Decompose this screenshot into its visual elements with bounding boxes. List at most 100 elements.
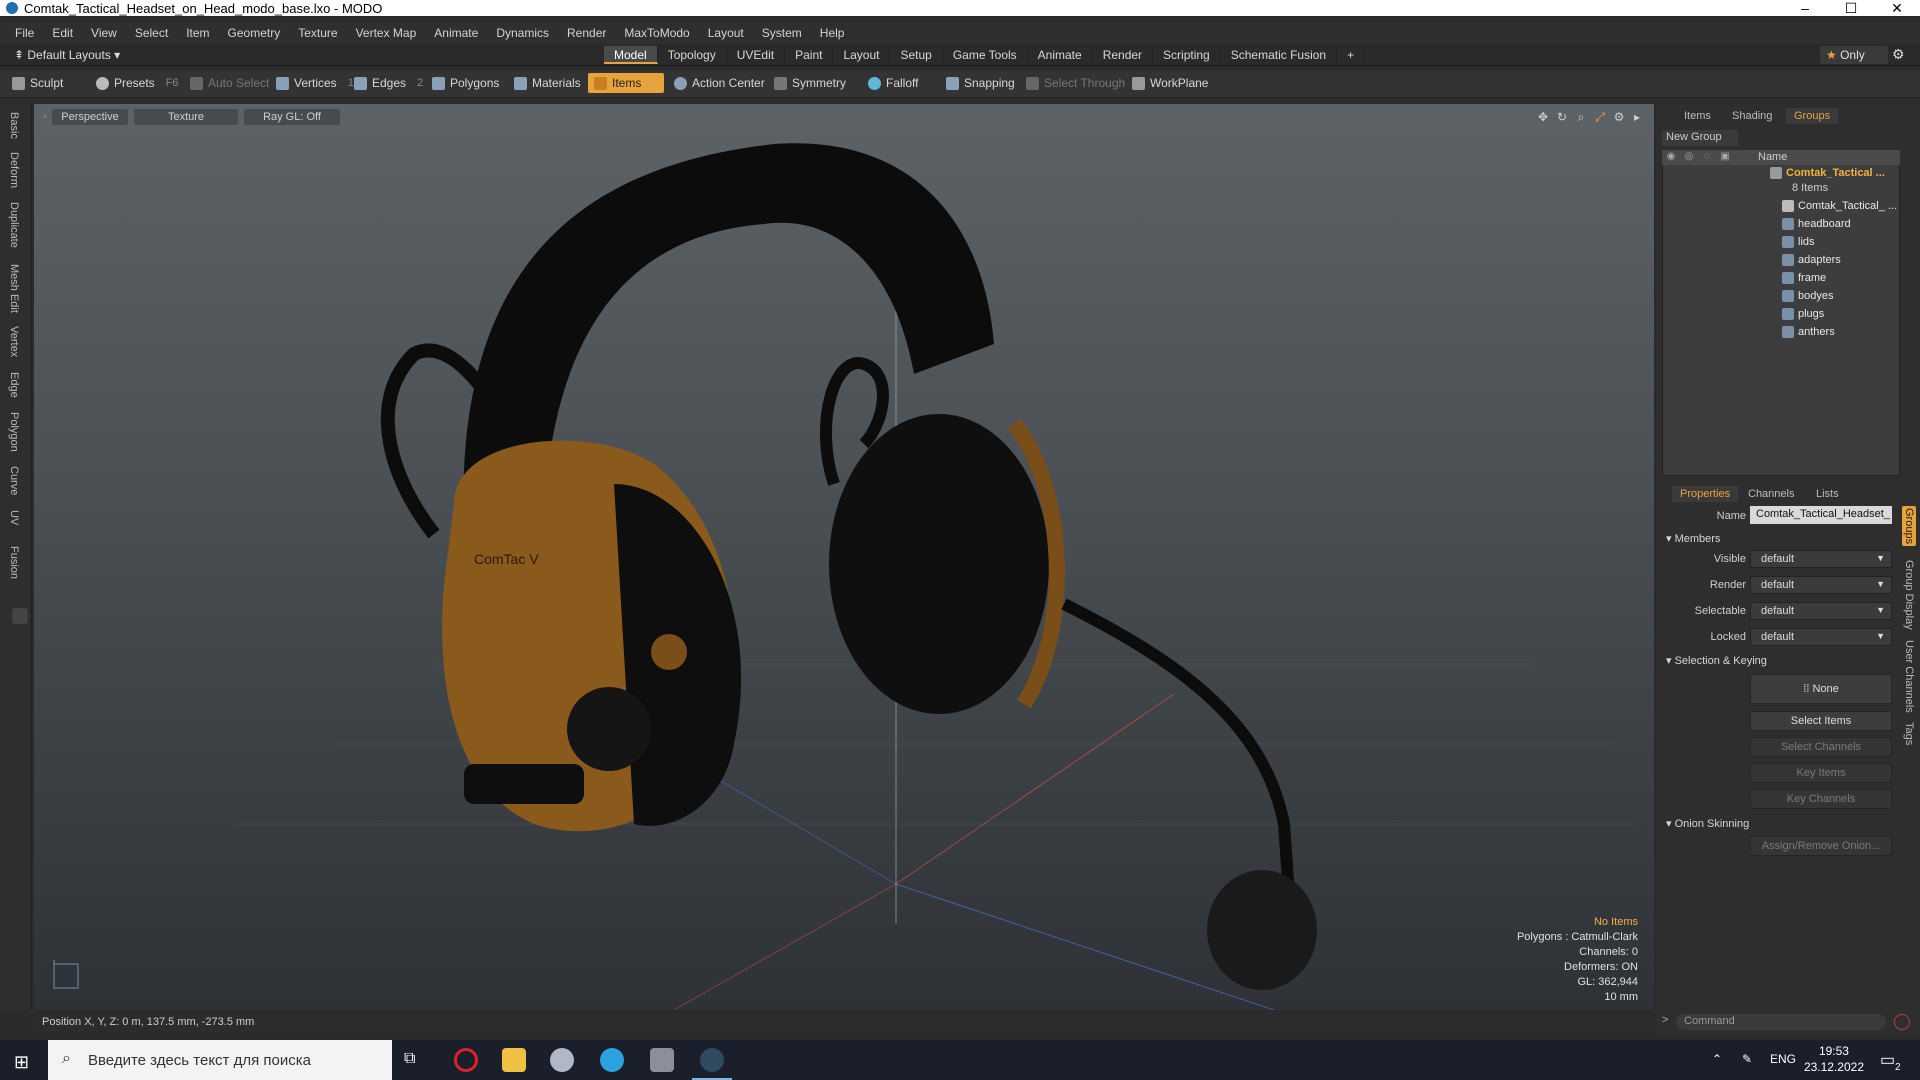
zoom-view-icon[interactable]: ⌕ [1574,110,1588,124]
telegram-icon[interactable] [600,1048,624,1072]
auto-select-button[interactable]: Auto Select [184,73,275,93]
move-view-icon[interactable]: ✥ [1536,110,1550,124]
tab-groups-vertical[interactable]: Groups [1902,506,1916,546]
tab-basic[interactable]: Basic [8,112,20,139]
perspective-dropdown[interactable]: Perspective [52,109,128,125]
tab-polygon[interactable]: Polygon [8,412,20,452]
tab-vertex[interactable]: Vertex [8,326,20,357]
windows-start-icon[interactable]: ⊞ [14,1052,29,1073]
menu-layout[interactable]: Layout [699,26,753,40]
tab-animate[interactable]: Animate [1028,46,1093,64]
command-input[interactable]: Command [1676,1014,1886,1030]
add-tab-icon[interactable]: + [1337,46,1366,64]
assign-remove-onion-button[interactable]: Assign/Remove Onion... [1750,836,1892,856]
group-root[interactable]: Comtak_Tactical ... [1770,167,1885,179]
tab-shading[interactable]: Shading [1724,108,1780,124]
name-field[interactable]: Comtak_Tactical_Headset_ [1750,506,1892,524]
tab-channels[interactable]: Channels [1740,486,1802,502]
eye-icon[interactable]: ◉ [1664,150,1678,164]
members-section[interactable]: ▾ Members [1666,532,1720,545]
onion-skinning-section[interactable]: ▾ Onion Skinning [1666,817,1749,830]
list-item[interactable]: frame [1782,272,1826,284]
rotate-view-icon[interactable]: ↻ [1555,110,1569,124]
key-channels-button[interactable]: Key Channels [1750,789,1892,809]
list-item[interactable]: lids [1782,236,1815,248]
gear-icon[interactable]: ⚙ [1892,46,1905,63]
clock[interactable]: 19:53 23.12.2022 [1804,1043,1864,1075]
visible-dropdown[interactable]: default ▼ [1750,550,1892,568]
select-channels-button[interactable]: Select Channels [1750,737,1892,757]
menu-file[interactable]: File [6,26,43,40]
minimize-icon[interactable]: – [1782,0,1828,16]
tab-group-display[interactable]: Group Display [1903,560,1915,630]
tab-user-channels[interactable]: User Channels [1903,640,1915,713]
key-items-button[interactable]: Key Items [1750,763,1892,783]
menu-render[interactable]: Render [558,26,615,40]
3d-viewport[interactable]: ComTac V [34,104,1654,1010]
menu-edit[interactable]: Edit [43,26,82,40]
action-center-button[interactable]: Action Center [668,73,771,93]
list-item[interactable]: Comtak_Tactical_ ... [1782,200,1897,212]
fit-view-icon[interactable]: ⤢ [1593,110,1607,124]
menu-maxtomodo[interactable]: MaxToModo [615,26,698,40]
tab-uvedit[interactable]: UVEdit [727,46,786,64]
materials-button[interactable]: Materials [508,73,587,93]
app-icon-2[interactable] [650,1048,674,1072]
list-item[interactable]: adapters [1782,254,1841,266]
selectable-dropdown[interactable]: default ▼ [1750,602,1892,620]
layout-dropdown[interactable]: ⇞ Default Layouts ▾ [14,48,120,62]
maximize-icon[interactable]: ☐ [1828,0,1874,16]
list-item[interactable]: anthers [1782,326,1835,338]
taskbar-search[interactable]: ⌕ Введите здесь текст для поиска [48,1040,392,1080]
lock-icon[interactable]: ▣ [1718,150,1732,164]
list-item[interactable]: headboard [1782,218,1851,230]
viewport-menu-icon[interactable]: ◦ [40,109,50,125]
record-icon[interactable] [1894,1014,1910,1030]
edges-button[interactable]: Edges 2 [348,73,429,93]
tab-uv[interactable]: UV [8,510,20,525]
tab-edge[interactable]: Edge [8,372,20,398]
presets-button[interactable]: Presets F6 [90,73,185,93]
tab-deform[interactable]: Deform [8,152,20,188]
polygons-button[interactable]: Polygons [426,73,505,93]
viewport-settings-icon[interactable]: ⚙ [1612,110,1626,124]
chevron-up-icon[interactable]: ⌃ [1712,1052,1722,1066]
tab-game-tools[interactable]: Game Tools [943,46,1028,64]
tab-tags[interactable]: Tags [1903,722,1915,745]
tab-topology[interactable]: Topology [658,46,727,64]
viewport-more-icon[interactable]: ▸ [1630,110,1644,124]
tab-lists[interactable]: Lists [1808,486,1847,502]
sculpt-button[interactable]: Sculpt [6,73,69,93]
selection-keying-section[interactable]: ▾ Selection & Keying [1666,654,1767,667]
menu-vertex-map[interactable]: Vertex Map [347,26,426,40]
app-icon[interactable] [550,1048,574,1072]
toggle-panel-button[interactable] [12,608,28,624]
tab-properties[interactable]: Properties [1672,486,1739,502]
raygl-dropdown[interactable]: Ray GL: Off [244,109,340,125]
file-explorer-icon[interactable] [502,1048,526,1072]
select-icon[interactable]: ◌ [1700,150,1714,164]
tab-mesh-edit[interactable]: Mesh Edit [8,264,20,313]
menu-view[interactable]: View [82,26,126,40]
tab-model[interactable]: Model [604,46,658,64]
tab-render[interactable]: Render [1093,46,1154,64]
select-items-button[interactable]: Select Items [1750,711,1892,731]
texture-dropdown[interactable]: Texture [134,109,238,125]
tab-layout[interactable]: Layout [833,46,891,64]
snapping-button[interactable]: Snapping [940,73,1021,93]
tab-fusion[interactable]: Fusion [8,546,20,579]
notification-icon[interactable]: ▭ [1880,1050,1895,1070]
only-button[interactable]: ★ Only [1820,46,1888,64]
tab-scripting[interactable]: Scripting [1153,46,1221,64]
symmetry-button[interactable]: Symmetry [768,73,852,93]
render-dropdown[interactable]: default ▼ [1750,576,1892,594]
vertices-button[interactable]: Vertices 1 [270,73,360,93]
modo-taskbar-icon[interactable] [700,1048,724,1072]
menu-item[interactable]: Item [177,26,218,40]
menu-help[interactable]: Help [811,26,854,40]
list-item[interactable]: plugs [1782,308,1824,320]
list-item[interactable]: bodyes [1782,290,1833,302]
menu-select[interactable]: Select [126,26,177,40]
menu-system[interactable]: System [753,26,811,40]
falloff-button[interactable]: Falloff [862,73,924,93]
